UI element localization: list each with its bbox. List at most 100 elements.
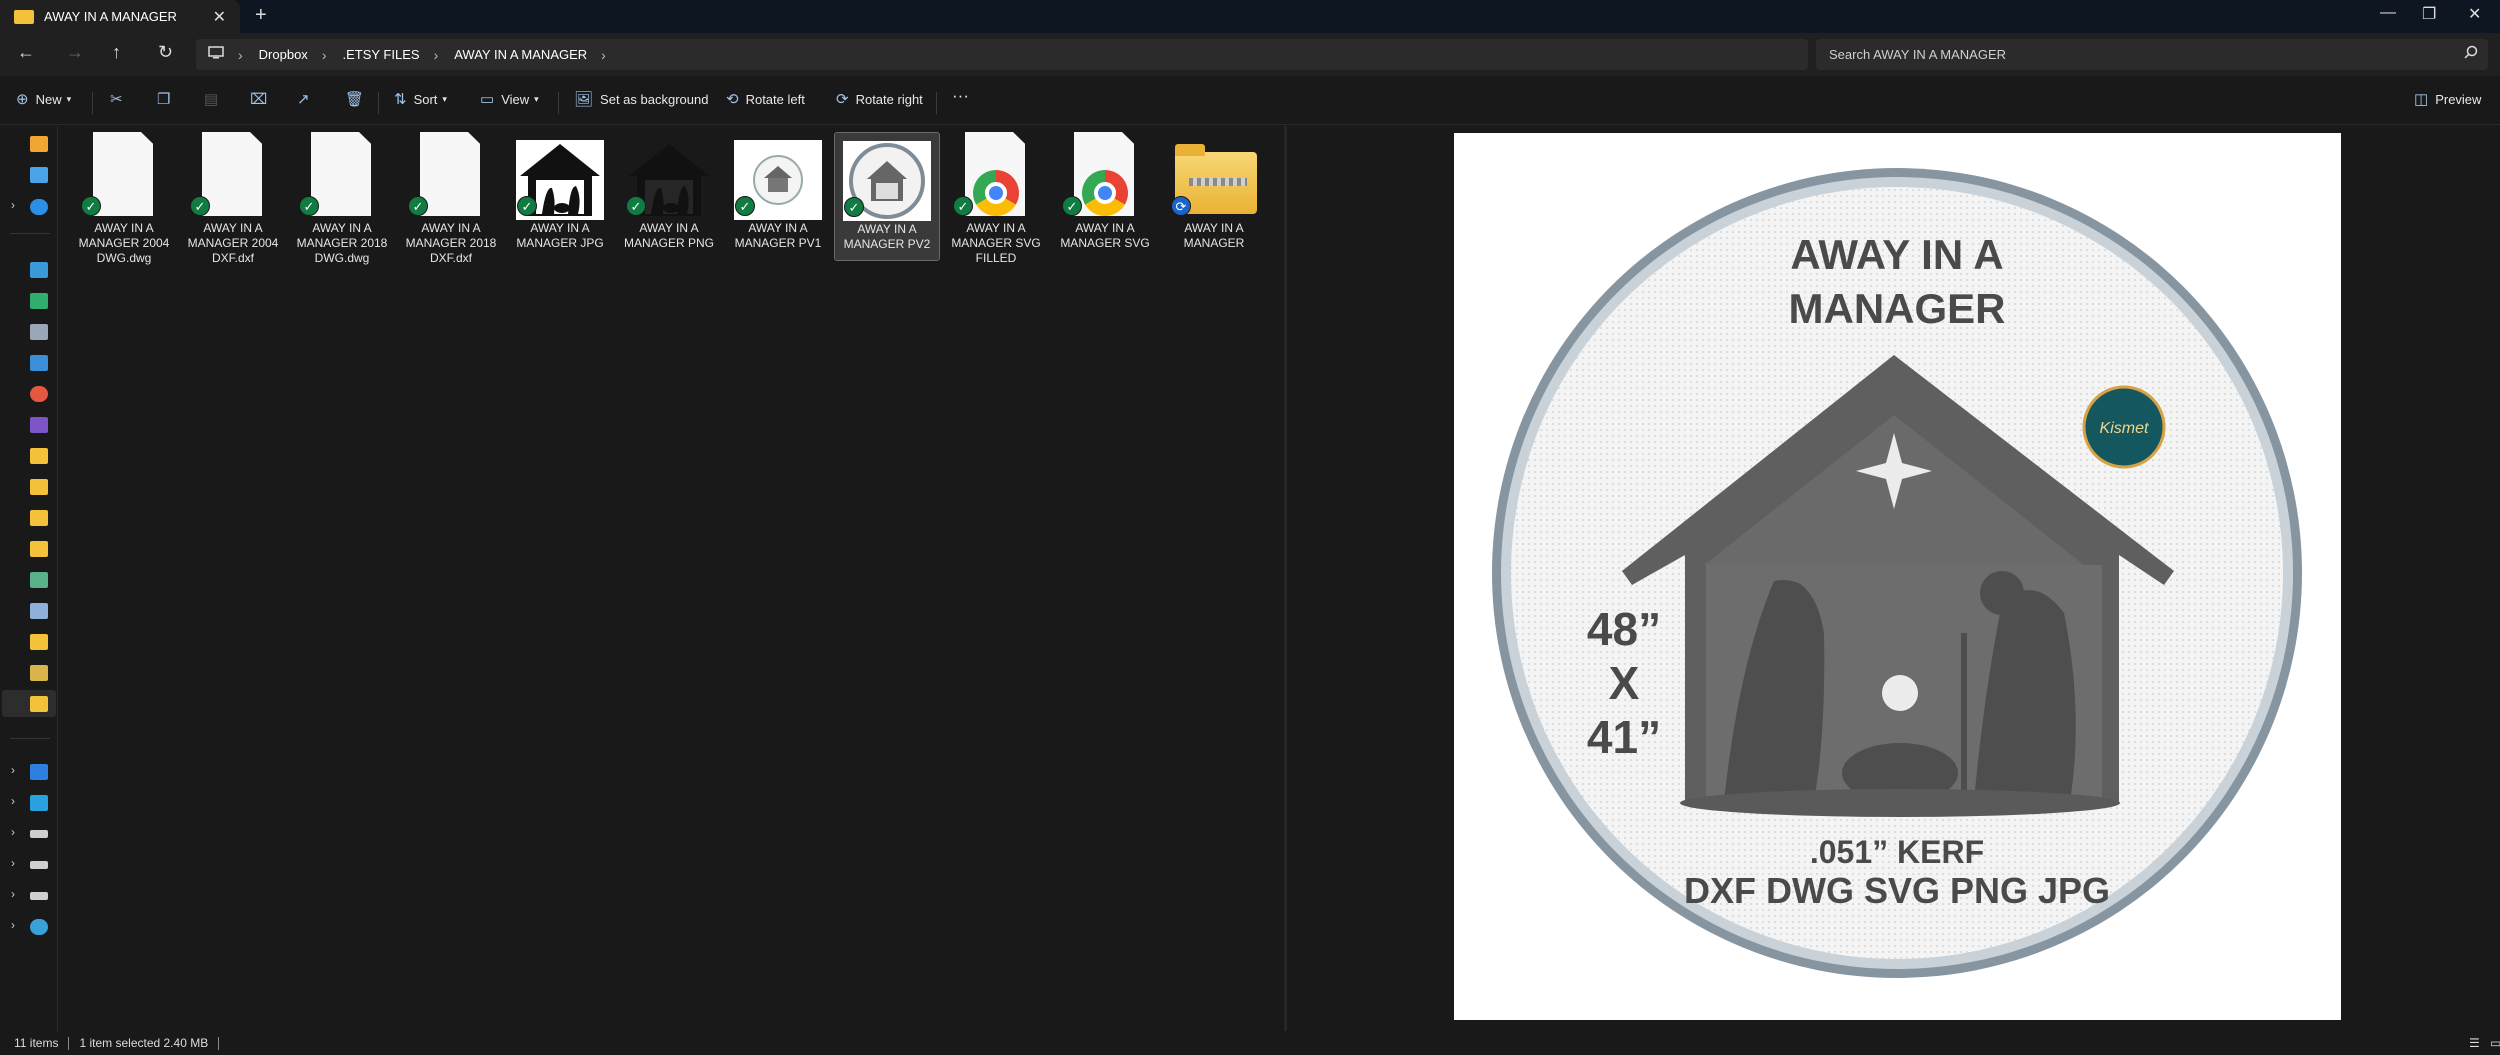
new-label: New: [35, 91, 62, 107]
file-item[interactable]: ✓ AWAY IN A MANAGER JPG: [507, 132, 613, 251]
file-item[interactable]: ✓ AWAY IN A MANAGER 2018 DXF.dxf: [398, 132, 504, 266]
details-view-icon[interactable]: ☰: [2469, 1036, 2480, 1050]
refresh-button[interactable]: ↻: [158, 42, 173, 63]
folder-icon[interactable]: [30, 634, 48, 650]
folder-icon[interactable]: [30, 572, 48, 588]
drive-icon[interactable]: [30, 892, 48, 900]
synced-check-icon: ✓: [844, 197, 864, 217]
document-icon: [202, 132, 262, 216]
onedrive-icon[interactable]: [30, 199, 48, 215]
expand-chevron-icon[interactable]: ›: [11, 794, 15, 808]
drive-icon[interactable]: [30, 861, 48, 869]
address-bar[interactable]: › Dropbox › .ETSY FILES › AWAY IN A MANA…: [196, 39, 1808, 70]
search-input[interactable]: Search AWAY IN A MANAGER: [1816, 39, 2488, 70]
file-name: AWAY IN A MANAGER 2018 DWG.dwg: [296, 221, 388, 265]
expand-chevron-icon[interactable]: ›: [11, 887, 15, 901]
tiles-view-icon[interactable]: ▭: [2490, 1036, 2500, 1050]
new-button[interactable]: ⊕ New ▾: [16, 90, 71, 108]
file-item[interactable]: ✓ AWAY IN A MANAGER PV1: [725, 132, 831, 251]
expand-chevron-icon[interactable]: ›: [11, 825, 15, 839]
synced-check-icon: ✓: [408, 196, 428, 216]
current-folder-icon[interactable]: [30, 696, 48, 712]
folder-icon[interactable]: [30, 665, 48, 681]
set-as-background-button[interactable]: 🖼 Set as background: [574, 90, 708, 108]
view-label: View: [501, 91, 530, 107]
trash-icon: 🗑: [345, 91, 365, 108]
cut-button[interactable]: ✂: [110, 90, 130, 108]
this-pc-icon[interactable]: [30, 795, 48, 811]
folder-icon[interactable]: [30, 510, 48, 526]
folder-icon[interactable]: [30, 541, 48, 557]
search-icon[interactable]: [2464, 45, 2478, 62]
rotate-left-button[interactable]: ⟲ Rotate left: [726, 90, 805, 108]
back-button[interactable]: ←: [17, 42, 35, 63]
list-folder-icon[interactable]: [30, 603, 48, 619]
file-item[interactable]: ✓ AWAY IN A MANAGER 2004 DWG.dwg: [71, 132, 177, 266]
view-button[interactable]: ▭ View ▾: [480, 90, 539, 108]
music-icon[interactable]: [30, 386, 48, 402]
divider: [936, 92, 937, 114]
expand-chevron-icon[interactable]: ›: [11, 763, 15, 777]
close-tab-icon[interactable]: ✕: [213, 7, 226, 27]
forward-button[interactable]: →: [66, 42, 84, 63]
chevron-right-icon[interactable]: ›: [434, 47, 439, 63]
share-button[interactable]: ↗: [297, 90, 317, 108]
size-x: X: [1609, 657, 1640, 709]
folder-icon[interactable]: [30, 479, 48, 495]
home-icon[interactable]: [30, 136, 48, 152]
documents-icon[interactable]: [30, 324, 48, 340]
breadcrumb-current[interactable]: AWAY IN A MANAGER: [454, 47, 587, 62]
dropbox-icon[interactable]: [30, 764, 48, 780]
file-item[interactable]: ✓ AWAY IN A MANAGER 2004 DXF.dxf: [180, 132, 286, 266]
file-item[interactable]: ✓ AWAY IN A MANAGER SVG: [1052, 132, 1158, 251]
chevron-right-icon[interactable]: ›: [322, 47, 327, 63]
videos-icon[interactable]: [30, 417, 48, 433]
desktop-icon[interactable]: [30, 262, 48, 278]
folder-icon[interactable]: [30, 448, 48, 464]
view-icon: ▭: [480, 91, 495, 108]
breadcrumb-etsy-files[interactable]: .ETSY FILES: [342, 47, 419, 62]
new-tab-button[interactable]: +: [255, 4, 267, 27]
file-name: AWAY IN A MANAGER PV1: [734, 221, 822, 250]
file-name: AWAY IN A MANAGER 2004 DWG.dwg: [78, 221, 170, 265]
rename-button[interactable]: ⌧: [250, 90, 274, 108]
explorer-tab[interactable]: AWAY IN A MANAGER ✕: [0, 0, 240, 33]
rotate-right-button[interactable]: ⟳ Rotate right: [836, 90, 923, 108]
sort-button[interactable]: ⇅ Sort ▾: [394, 90, 447, 108]
expand-chevron-icon[interactable]: ›: [11, 856, 15, 870]
image-preview: AWAY IN A MANAGER 48” X 41” Kismet .051”…: [1454, 133, 2341, 1020]
divider: [378, 92, 379, 114]
synced-check-icon: ✓: [81, 196, 101, 216]
document-icon: [420, 132, 480, 216]
file-item-selected[interactable]: ✓ AWAY IN A MANAGER PV2: [834, 132, 940, 261]
file-item[interactable]: ⟳ AWAY IN A MANAGER: [1161, 132, 1267, 251]
expand-chevron-icon[interactable]: ›: [11, 198, 15, 212]
close-window-button[interactable]: ✕: [2468, 4, 2481, 24]
synced-check-icon: ✓: [626, 196, 646, 216]
pictures-icon[interactable]: [30, 355, 48, 371]
minimize-button[interactable]: —: [2380, 4, 2396, 22]
synced-check-icon: ✓: [953, 196, 973, 216]
gallery-icon[interactable]: [30, 167, 48, 183]
monitor-icon[interactable]: [208, 46, 224, 63]
file-item[interactable]: ✓ AWAY IN A MANAGER SVG FILLED: [943, 132, 1049, 266]
expand-chevron-icon[interactable]: ›: [11, 918, 15, 932]
up-button[interactable]: ↑: [112, 42, 121, 63]
chevron-right-icon[interactable]: ›: [601, 47, 606, 63]
maximize-button[interactable]: ❐: [2422, 4, 2436, 24]
file-item[interactable]: ✓ AWAY IN A MANAGER PNG: [616, 132, 722, 251]
preview-pane-button[interactable]: ◫ Preview: [2414, 90, 2481, 108]
chrome-icon: [1082, 170, 1128, 216]
network-icon[interactable]: [30, 919, 48, 935]
file-item[interactable]: ✓ AWAY IN A MANAGER 2018 DWG.dwg: [289, 132, 395, 266]
breadcrumb-dropbox[interactable]: Dropbox: [259, 47, 308, 62]
delete-button[interactable]: 🗑: [345, 90, 371, 108]
downloads-icon[interactable]: [30, 293, 48, 309]
synced-check-icon: ✓: [735, 196, 755, 216]
divider: [68, 1036, 70, 1050]
more-options-button[interactable]: ···: [952, 86, 969, 106]
drive-icon[interactable]: [30, 830, 48, 838]
copy-button[interactable]: ❐: [157, 90, 177, 108]
paste-button[interactable]: ▤: [204, 90, 225, 108]
chevron-right-icon[interactable]: ›: [238, 47, 243, 63]
